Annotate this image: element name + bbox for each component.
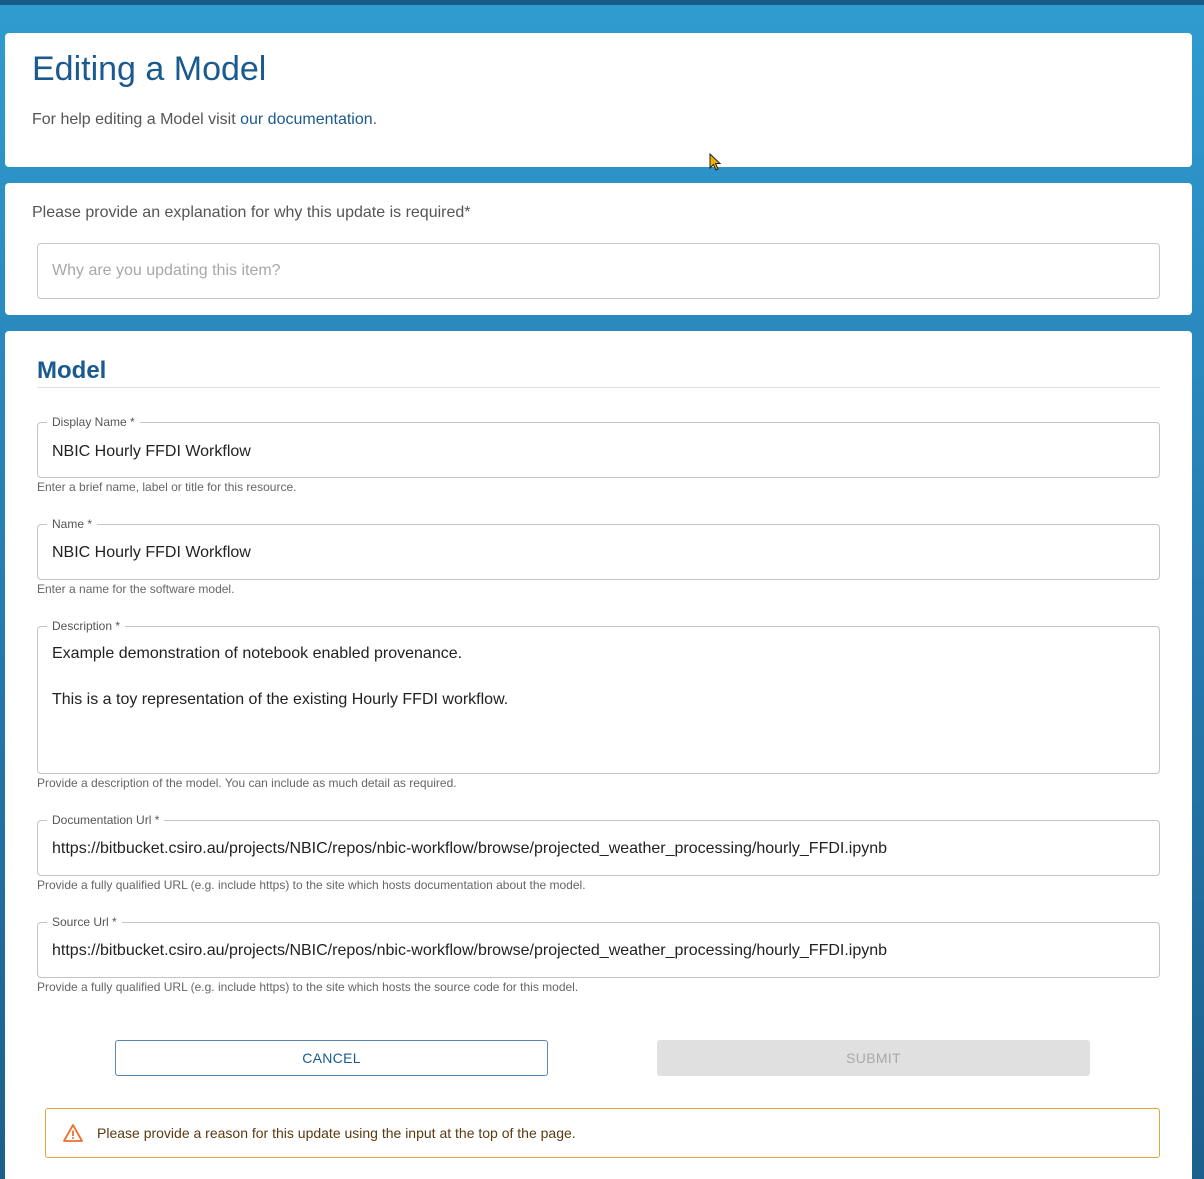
section-divider [37,387,1160,388]
name-field[interactable]: Name * NBIC Hourly FFDI Workflow [37,517,1160,580]
source-url-value: https://bitbucket.csiro.au/projects/NBIC… [52,942,888,959]
reason-input[interactable] [37,243,1160,299]
name-label: Name * [47,517,98,531]
documentation-url-field[interactable]: Documentation Url * https://bitbucket.cs… [37,813,1160,876]
warning-alert: Please provide a reason for this update … [45,1108,1160,1158]
source-url-field[interactable]: Source Url * https://bitbucket.csiro.au/… [37,915,1160,978]
name-value: NBIC Hourly FFDI Workflow [52,544,251,561]
warning-triangle-icon [63,1123,83,1143]
submit-button[interactable]: SUBMIT [657,1040,1090,1076]
description-value: Example demonstration of notebook enable… [52,645,509,708]
display-name-field[interactable]: Display Name * NBIC Hourly FFDI Workflow [37,415,1160,478]
documentation-url-value: https://bitbucket.csiro.au/projects/NBIC… [52,840,888,857]
documentation-url-label: Documentation Url * [47,813,165,827]
reason-label: Please provide an explanation for why th… [32,204,471,221]
display-name-label: Display Name * [47,415,140,429]
help-suffix: . [372,111,378,128]
help-text: For help editing a Model visit our docum… [32,111,377,129]
page-title: Editing a Model [32,50,267,88]
display-name-helper: Enter a brief name, label or title for t… [37,480,297,494]
documentation-url-helper: Provide a fully qualified URL (e.g. incl… [37,878,586,892]
description-helper: Provide a description of the model. You … [37,776,457,790]
source-url-label: Source Url * [47,915,122,929]
name-helper: Enter a name for the software model. [37,582,235,596]
documentation-link[interactable]: our documentation [240,111,373,128]
help-prefix: For help editing a Model visit [32,111,241,128]
display-name-value: NBIC Hourly FFDI Workflow [52,443,251,460]
top-accent-bar [0,0,1204,5]
section-title: Model [37,357,107,384]
description-label: Description * [47,619,126,633]
description-field[interactable]: Description * Example demonstration of n… [37,619,1160,774]
source-url-helper: Provide a fully qualified URL (e.g. incl… [37,980,579,994]
alert-message: Please provide a reason for this update … [97,1125,576,1141]
mouse-cursor-icon [709,153,722,171]
cancel-button[interactable]: CANCEL [115,1040,548,1076]
